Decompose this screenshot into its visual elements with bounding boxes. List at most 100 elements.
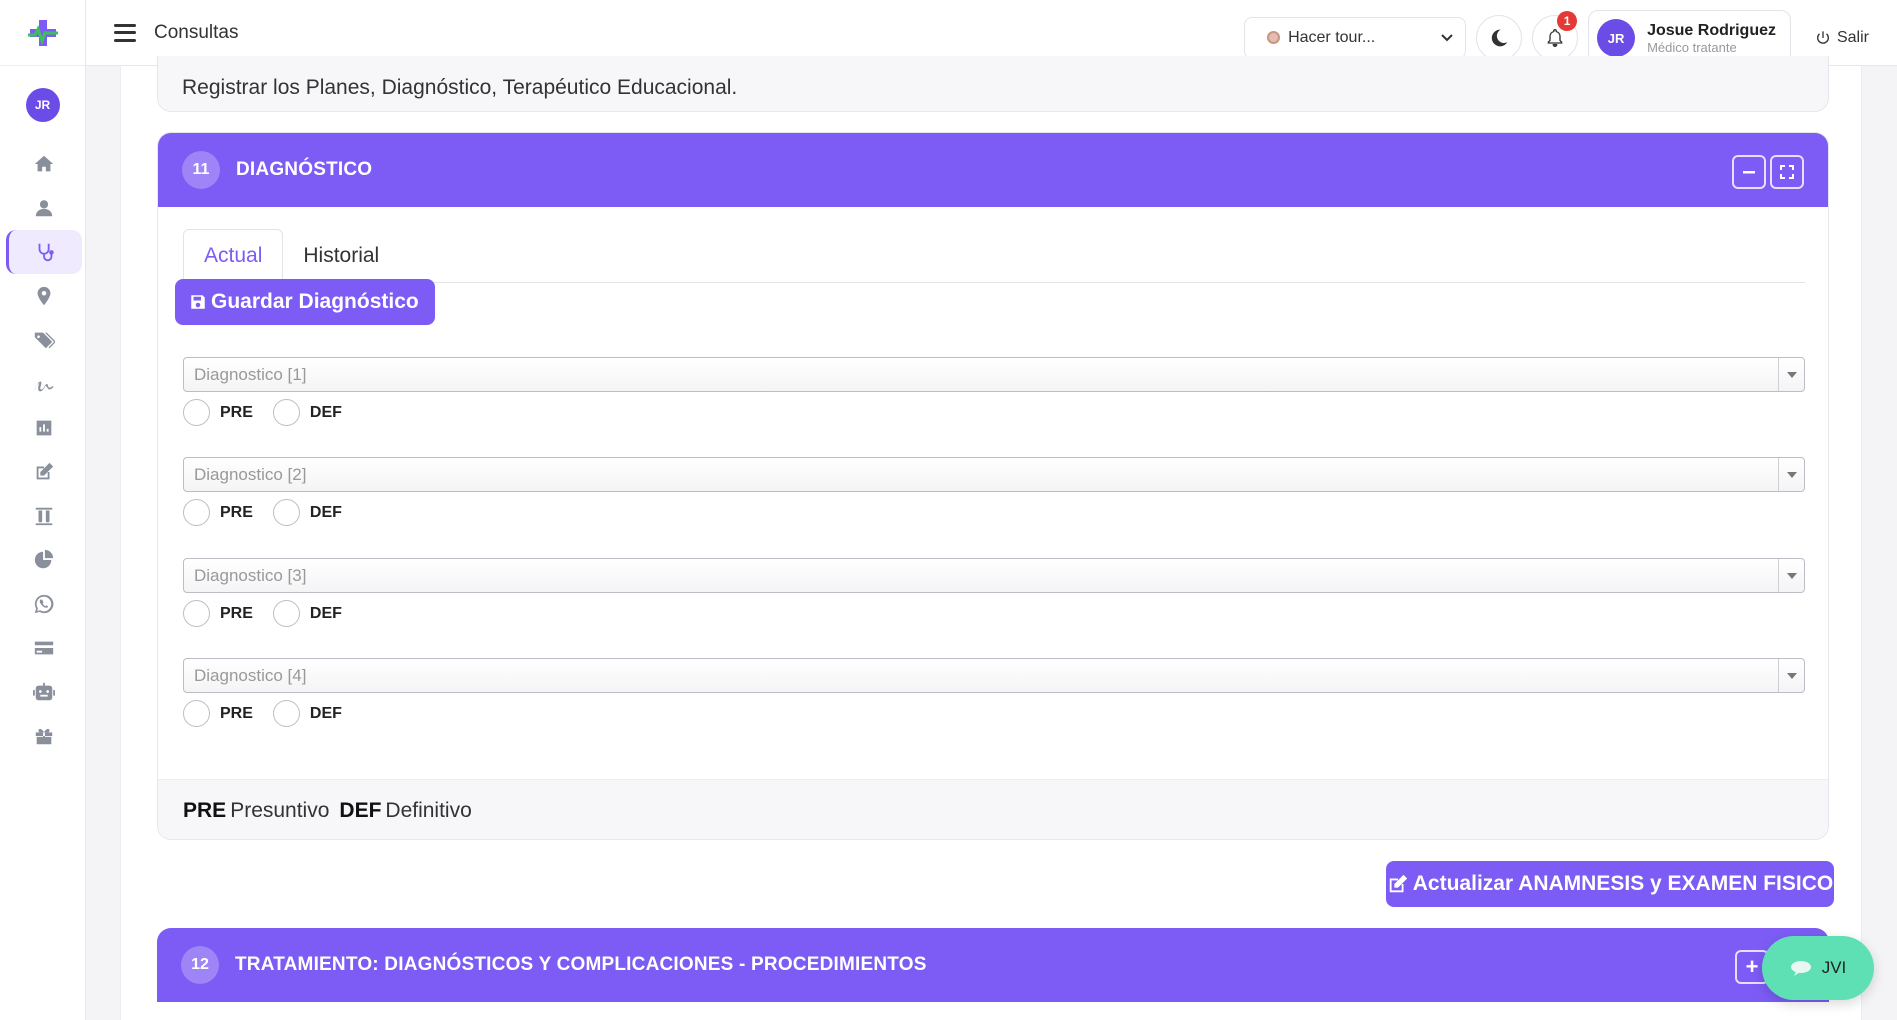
sidebar-nav [0,142,85,758]
collapse-button[interactable] [1732,155,1766,189]
radio-def[interactable] [272,399,300,426]
sidebar-item-signature[interactable] [6,362,82,406]
radio-def-label: DEF [309,403,342,421]
sidebar-item-notes[interactable] [6,450,82,494]
whatsapp-icon [34,594,53,614]
diagnostico-field-group-1: Diagnostico [1] PRE DEF [183,357,1805,426]
diagnostico-legend: PRE Presuntivo DEF Definitivo [158,779,1828,839]
radio-pre[interactable] [183,399,210,426]
previous-section-text: Registrar los Planes, Diagnóstico, Terap… [182,75,738,99]
radio-def[interactable] [272,700,300,727]
diagnostico-select-1[interactable]: Diagnostico [1] [183,357,1805,392]
chat-widget-button[interactable]: JVI [1762,936,1874,1000]
radio-def-label: DEF [309,704,342,722]
user-role: Médico tratante [1647,39,1737,55]
diagnostico-radio-row: PRE DEF [183,700,1805,727]
map-pin-icon [37,286,50,306]
radio-pre[interactable] [183,700,210,727]
section-title: DIAGNÓSTICO [236,159,373,180]
diagnostico-radio-row: PRE DEF [183,600,1805,627]
section-title: TRATAMIENTO: DIAGNÓSTICOS Y COMPLICACION… [235,954,927,975]
robot-icon [32,682,55,701]
chat-widget-label: JVI [1821,958,1847,977]
diagnostico-radio-row: PRE DEF [183,499,1805,526]
sidebar: JR [0,0,86,1020]
radio-def-label: DEF [309,604,342,622]
diagnostico-tabs: Actual Historial [183,229,1805,283]
edit-icon [1389,874,1407,893]
signature-icon [34,381,53,392]
chart-icon [36,420,51,436]
chat-bubble-icon [1790,961,1811,976]
dropdown-arrow-icon[interactable] [1778,659,1804,692]
diagnostico-select-placeholder: Diagnostico [1] [194,364,307,384]
credit-card-icon [34,641,53,655]
dropdown-arrow-icon[interactable] [1778,358,1804,391]
diagnostico-field-group-2: Diagnostico [2] PRE DEF [183,457,1805,526]
sidebar-item-reports[interactable] [6,406,82,450]
user-avatar: JR [1597,19,1636,57]
diagnostico-select-2[interactable]: Diagnostico [2] [183,457,1805,492]
home-icon [34,155,53,172]
sidebar-item-statistics[interactable] [6,538,82,582]
tags-icon [34,332,55,349]
radio-pre[interactable] [183,499,210,526]
user-icon [35,200,52,217]
radio-pre[interactable] [183,600,210,627]
main-content: Registrar los Planes, Diagnóstico, Terap… [120,56,1862,1020]
dropdown-arrow-icon[interactable] [1778,458,1804,491]
section-tools [1728,155,1804,189]
tour-icon [1267,31,1281,45]
save-diagnostico-label: Guardar Diagnóstico [211,290,419,313]
diagnostico-header: 11 DIAGNÓSTICO [158,133,1828,207]
section-number-badge: 11 [182,151,220,189]
expand-icon [1780,165,1794,179]
save-diagnostico-button[interactable]: Guardar Diagnóstico [175,279,435,325]
edit-icon [36,462,53,480]
page-title: Consultas [154,21,239,43]
sidebar-item-locations[interactable] [6,274,82,318]
tour-select[interactable]: Hacer tour... [1244,17,1467,59]
power-icon [1816,31,1829,44]
fullscreen-button[interactable] [1770,155,1804,189]
gift-icon [35,728,52,745]
sidebar-item-tags[interactable] [6,318,82,362]
sidebar-item-rewards[interactable] [6,714,82,758]
sidebar-item-whatsapp[interactable] [6,582,82,626]
sidebar-item-home[interactable] [6,142,82,186]
dropdown-arrow-icon[interactable] [1778,559,1804,592]
moon-icon [1491,29,1508,47]
radio-pre-label: PRE [220,704,253,722]
radio-pre-label: PRE [220,403,253,421]
diagnostico-select-4[interactable]: Diagnostico [4] [183,658,1805,693]
menu-toggle-icon[interactable] [114,23,136,42]
tab-actual[interactable]: Actual [183,229,284,283]
previous-section-card: Registrar los Planes, Diagnóstico, Terap… [157,56,1829,112]
diagnostico-select-3[interactable]: Diagnostico [3] [183,558,1805,593]
notifications-button[interactable]: 1 [1532,11,1579,61]
tab-historial[interactable]: Historial [283,229,399,283]
update-anamnesis-button[interactable]: Actualizar ANAMNESIS y EXAMEN FISICO [1386,861,1834,907]
radio-def[interactable] [272,499,300,526]
sidebar-item-assistant[interactable] [6,670,82,714]
tratamiento-section-header: 12 TRATAMIENTO: DIAGNÓSTICOS Y COMPLICAC… [157,928,1829,1002]
bell-icon [1547,28,1563,47]
legend-def-text: Definitivo [385,798,472,822]
diagnostico-radio-row: PRE DEF [183,399,1805,426]
minus-icon [1743,171,1755,174]
update-anamnesis-label: Actualizar ANAMNESIS y EXAMEN FISICO [1412,872,1834,895]
sidebar-item-patients[interactable] [6,186,82,230]
radio-pre-label: PRE [220,604,253,622]
sidebar-item-lab[interactable] [6,494,82,538]
logout-button[interactable]: Salir [1815,29,1869,47]
sidebar-avatar[interactable]: JR [25,88,60,122]
app-logo[interactable] [0,0,85,66]
dark-mode-toggle[interactable] [1476,15,1523,61]
diagnostico-select-placeholder: Diagnostico [4] [194,665,307,685]
radio-def[interactable] [272,600,300,627]
diagnostico-field-group-4: Diagnostico [4] PRE DEF [183,658,1805,727]
sidebar-item-billing[interactable] [6,626,82,670]
diagnostico-field-group-3: Diagnostico [3] PRE DEF [183,558,1805,627]
sidebar-item-consultas[interactable] [5,230,82,274]
radio-def-label: DEF [309,503,342,521]
